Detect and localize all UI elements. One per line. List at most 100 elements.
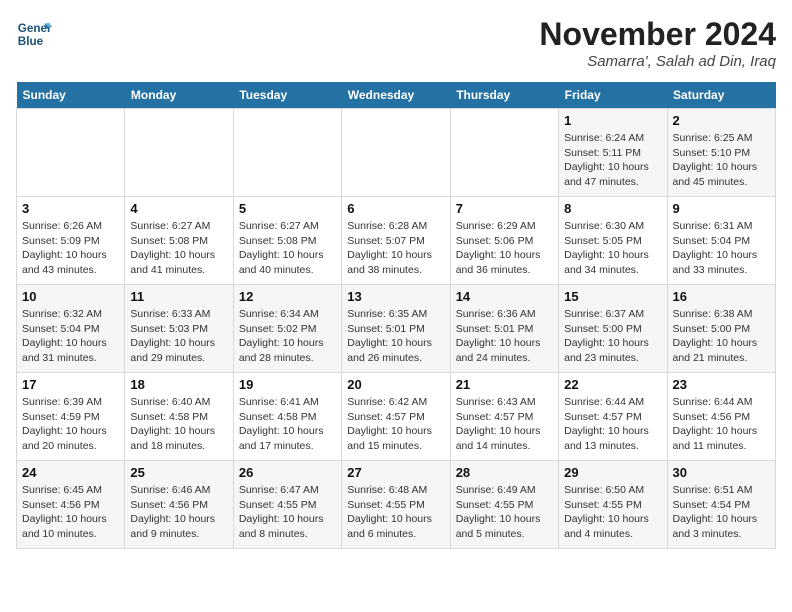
day-info: Sunrise: 6:32 AM Sunset: 5:04 PM Dayligh… [22,307,119,366]
day-number: 4 [130,201,227,216]
day-info: Sunrise: 6:39 AM Sunset: 4:59 PM Dayligh… [22,395,119,454]
day-cell-4-6: 30 Sunrise: 6:51 AM Sunset: 4:54 PM Dayli… [667,461,775,549]
day-info: Sunrise: 6:48 AM Sunset: 4:55 PM Dayligh… [347,483,444,542]
day-number: 21 [456,377,553,392]
day-cell-2-2: 12Sunrise: 6:34 AM Sunset: 5:02 PM Dayli… [233,285,341,373]
week-row-0: 1 Sunrise: 6:24 AM Sunset: 5:11 PM Daylig… [17,109,776,197]
day-cell-0-0 [17,109,125,197]
day-cell-3-2: 19 Sunrise: 6:41 AM Sunset: 4:58 PM Dayli… [233,373,341,461]
day-cell-2-5: 15 Sunrise: 6:37 AM Sunset: 5:00 PM Dayli… [559,285,667,373]
day-cell-0-6: 2 Sunrise: 6:25 AM Sunset: 5:10 PM Daylig… [667,109,775,197]
day-cell-0-3 [342,109,450,197]
day-number: 17 [22,377,119,392]
day-header-saturday: Saturday [667,82,775,109]
day-info: Sunrise: 6:37 AM Sunset: 5:00 PM Dayligh… [564,307,661,366]
day-number: 25 [130,465,227,480]
day-info: Sunrise: 6:25 AM Sunset: 5:10 PM Dayligh… [673,131,770,190]
day-info: Sunrise: 6:27 AM Sunset: 5:08 PM Dayligh… [239,219,336,278]
day-info: Sunrise: 6:51 AM Sunset: 4:54 PM Dayligh… [673,483,770,542]
day-cell-4-1: 25 Sunrise: 6:46 AM Sunset: 4:56 PM Dayli… [125,461,233,549]
day-number: 12 [239,289,336,304]
day-cell-0-1 [125,109,233,197]
logo: General Blue [16,16,52,52]
day-number: 23 [673,377,770,392]
calendar-table: SundayMondayTuesdayWednesdayThursdayFrid… [16,82,776,549]
day-number: 5 [239,201,336,216]
day-header-monday: Monday [125,82,233,109]
day-info: Sunrise: 6:47 AM Sunset: 4:55 PM Dayligh… [239,483,336,542]
week-row-2: 10 Sunrise: 6:32 AM Sunset: 5:04 PM Dayli… [17,285,776,373]
day-header-wednesday: Wednesday [342,82,450,109]
day-cell-2-0: 10 Sunrise: 6:32 AM Sunset: 5:04 PM Dayli… [17,285,125,373]
day-info: Sunrise: 6:43 AM Sunset: 4:57 PM Dayligh… [456,395,553,454]
day-cell-4-3: 27 Sunrise: 6:48 AM Sunset: 4:55 PM Dayli… [342,461,450,549]
day-info: Sunrise: 6:27 AM Sunset: 5:08 PM Dayligh… [130,219,227,278]
day-info: Sunrise: 6:31 AM Sunset: 5:04 PM Dayligh… [673,219,770,278]
day-number: 1 [564,113,661,128]
day-info: Sunrise: 6:46 AM Sunset: 4:56 PM Dayligh… [130,483,227,542]
day-info: Sunrise: 6:38 AM Sunset: 5:00 PM Dayligh… [673,307,770,366]
day-number: 15 [564,289,661,304]
day-number: 27 [347,465,444,480]
day-cell-1-2: 5 Sunrise: 6:27 AM Sunset: 5:08 PM Daylig… [233,197,341,285]
day-cell-2-3: 13Sunrise: 6:35 AM Sunset: 5:01 PM Dayli… [342,285,450,373]
day-cell-3-6: 23 Sunrise: 6:44 AM Sunset: 4:56 PM Dayli… [667,373,775,461]
day-info: Sunrise: 6:28 AM Sunset: 5:07 PM Dayligh… [347,219,444,278]
day-cell-3-4: 21 Sunrise: 6:43 AM Sunset: 4:57 PM Dayli… [450,373,558,461]
day-info: Sunrise: 6:44 AM Sunset: 4:56 PM Dayligh… [673,395,770,454]
day-number: 24 [22,465,119,480]
day-cell-1-5: 8Sunrise: 6:30 AM Sunset: 5:05 PM Daylig… [559,197,667,285]
day-cell-3-0: 17 Sunrise: 6:39 AM Sunset: 4:59 PM Dayli… [17,373,125,461]
week-row-1: 3 Sunrise: 6:26 AM Sunset: 5:09 PM Daylig… [17,197,776,285]
day-number: 18 [130,377,227,392]
day-info: Sunrise: 6:33 AM Sunset: 5:03 PM Dayligh… [130,307,227,366]
day-cell-0-2 [233,109,341,197]
day-info: Sunrise: 6:41 AM Sunset: 4:58 PM Dayligh… [239,395,336,454]
day-cell-1-6: 9Sunrise: 6:31 AM Sunset: 5:04 PM Daylig… [667,197,775,285]
day-info: Sunrise: 6:50 AM Sunset: 4:55 PM Dayligh… [564,483,661,542]
day-number: 6 [347,201,444,216]
header: General Blue November 2024 Samarra', Sal… [16,16,776,70]
day-cell-4-0: 24 Sunrise: 6:45 AM Sunset: 4:56 PM Dayli… [17,461,125,549]
day-number: 19 [239,377,336,392]
day-cell-1-4: 7Sunrise: 6:29 AM Sunset: 5:06 PM Daylig… [450,197,558,285]
day-number: 11 [130,289,227,304]
day-cell-3-1: 18 Sunrise: 6:40 AM Sunset: 4:58 PM Dayli… [125,373,233,461]
week-row-3: 17 Sunrise: 6:39 AM Sunset: 4:59 PM Dayli… [17,373,776,461]
day-cell-2-1: 11 Sunrise: 6:33 AM Sunset: 5:03 PM Dayli… [125,285,233,373]
day-number: 2 [673,113,770,128]
day-info: Sunrise: 6:45 AM Sunset: 4:56 PM Dayligh… [22,483,119,542]
day-cell-4-4: 28 Sunrise: 6:49 AM Sunset: 4:55 PM Dayli… [450,461,558,549]
day-cell-1-0: 3 Sunrise: 6:26 AM Sunset: 5:09 PM Daylig… [17,197,125,285]
day-info: Sunrise: 6:49 AM Sunset: 4:55 PM Dayligh… [456,483,553,542]
day-number: 28 [456,465,553,480]
day-info: Sunrise: 6:36 AM Sunset: 5:01 PM Dayligh… [456,307,553,366]
day-number: 14 [456,289,553,304]
day-number: 10 [22,289,119,304]
day-info: Sunrise: 6:29 AM Sunset: 5:06 PM Dayligh… [456,219,553,278]
day-cell-2-4: 14 Sunrise: 6:36 AM Sunset: 5:01 PM Dayli… [450,285,558,373]
day-number: 30 [673,465,770,480]
day-header-friday: Friday [559,82,667,109]
day-number: 22 [564,377,661,392]
header-row: SundayMondayTuesdayWednesdayThursdayFrid… [17,82,776,109]
day-header-sunday: Sunday [17,82,125,109]
day-cell-0-5: 1 Sunrise: 6:24 AM Sunset: 5:11 PM Daylig… [559,109,667,197]
day-info: Sunrise: 6:26 AM Sunset: 5:09 PM Dayligh… [22,219,119,278]
main-title: November 2024 [539,16,776,53]
day-info: Sunrise: 6:24 AM Sunset: 5:11 PM Dayligh… [564,131,661,190]
day-info: Sunrise: 6:42 AM Sunset: 4:57 PM Dayligh… [347,395,444,454]
day-number: 13 [347,289,444,304]
day-cell-1-3: 6 Sunrise: 6:28 AM Sunset: 5:07 PM Daylig… [342,197,450,285]
day-info: Sunrise: 6:40 AM Sunset: 4:58 PM Dayligh… [130,395,227,454]
day-number: 29 [564,465,661,480]
week-row-4: 24 Sunrise: 6:45 AM Sunset: 4:56 PM Dayli… [17,461,776,549]
day-number: 16 [673,289,770,304]
day-cell-1-1: 4 Sunrise: 6:27 AM Sunset: 5:08 PM Daylig… [125,197,233,285]
title-area: November 2024 Samarra', Salah ad Din, Ir… [539,16,776,70]
day-cell-3-5: 22 Sunrise: 6:44 AM Sunset: 4:57 PM Dayli… [559,373,667,461]
day-number: 3 [22,201,119,216]
day-info: Sunrise: 6:44 AM Sunset: 4:57 PM Dayligh… [564,395,661,454]
day-number: 8 [564,201,661,216]
day-header-thursday: Thursday [450,82,558,109]
